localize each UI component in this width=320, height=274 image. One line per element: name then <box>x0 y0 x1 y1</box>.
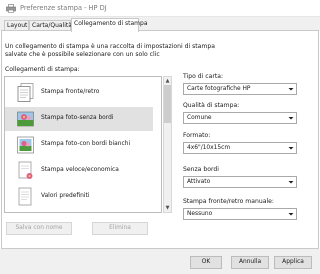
chevron-down-icon <box>287 210 295 218</box>
print-quality-select[interactable]: Comune <box>183 112 297 124</box>
tab-print-shortcuts[interactable]: Collegamento di stampa <box>71 18 148 32</box>
scroll-down-arrow-icon[interactable]: ▼ <box>164 204 171 212</box>
scroll-thumb[interactable] <box>164 85 171 123</box>
default-document-icon <box>17 187 34 207</box>
shortcuts-list[interactable]: Stampa fronte/retro Stampa foto-senza bo… <box>4 76 162 213</box>
format-select[interactable]: 4x6"/10x15cm <box>183 142 297 154</box>
tab-strip: Layout Carta/Qualità Collegamento di sta… <box>0 17 320 32</box>
paper-type-select[interactable]: Carte fotografiche HP <box>183 83 297 95</box>
ok-button[interactable]: OK <box>190 256 222 269</box>
chevron-down-icon <box>287 178 295 186</box>
duplex-document-icon <box>17 83 34 103</box>
list-item-label: Stampa veloce/economica <box>41 167 119 173</box>
chevron-down-icon <box>287 114 295 122</box>
list-item-photo-white-border[interactable]: Stampa foto-con bordi bianchi <box>5 133 153 157</box>
apply-button[interactable]: Applica <box>274 256 312 269</box>
borderless-select[interactable]: Attivato <box>183 176 297 188</box>
list-item-label: Valori predefiniti <box>41 193 90 199</box>
dialog-footer: OK Annulla Applica <box>0 249 320 274</box>
borderless-value: Attivato <box>187 179 211 185</box>
printer-icon <box>6 4 16 13</box>
format-label: Formato: <box>183 132 211 139</box>
window-title: Preferenze stampa - HP DJ <box>20 4 107 12</box>
delete-button[interactable]: Elimina <box>92 222 148 235</box>
scroll-up-arrow-icon[interactable]: ▲ <box>164 77 171 85</box>
list-item-defaults[interactable]: Valori predefiniti <box>5 185 153 209</box>
fast-economy-icon <box>17 161 34 181</box>
list-item-photo-borderless[interactable]: Stampa foto-senza bordi <box>5 107 153 131</box>
cancel-button[interactable]: Annulla <box>231 256 269 269</box>
list-item-fast-economy[interactable]: Stampa veloce/economica <box>5 159 153 183</box>
photo-white-border-icon <box>17 135 34 155</box>
description: Un collegamento di stampa è una raccolta… <box>5 43 305 59</box>
chevron-down-icon <box>287 144 295 152</box>
description-line-2: salvate che è possibile selezionare con … <box>5 51 160 58</box>
list-item-label: Stampa fronte/retro <box>41 89 100 95</box>
print-quality-label: Qualità di stampa: <box>183 102 240 109</box>
manual-duplex-value: Nessuno <box>187 211 213 217</box>
list-item-label: Stampa foto-con bordi bianchi <box>41 141 131 147</box>
print-quality-value: Comune <box>187 115 212 121</box>
shortcuts-list-label: Collegamenti di stampa: <box>5 66 80 73</box>
description-line-1: Un collegamento di stampa è una raccolta… <box>5 43 215 50</box>
list-item-duplex[interactable]: Stampa fronte/retro <box>5 81 153 105</box>
paper-type-value: Carte fotografiche HP <box>187 86 251 92</box>
photo-borderless-icon <box>17 109 34 129</box>
manual-duplex-label: Stampa fronte/retro manuale: <box>183 198 274 205</box>
chevron-down-icon <box>287 85 295 93</box>
paper-type-label: Tipo di carta: <box>183 73 224 80</box>
format-value: 4x6"/10x15cm <box>187 145 231 151</box>
title-bar: Preferenze stampa - HP DJ <box>0 0 320 17</box>
manual-duplex-select[interactable]: Nessuno <box>183 208 297 220</box>
save-as-button[interactable]: Salva con nome <box>6 222 72 235</box>
list-scrollbar[interactable]: ▲ ▼ <box>163 76 172 213</box>
list-item-label: Stampa foto-senza bordi <box>41 115 114 121</box>
borderless-label: Senza bordi <box>183 166 219 173</box>
